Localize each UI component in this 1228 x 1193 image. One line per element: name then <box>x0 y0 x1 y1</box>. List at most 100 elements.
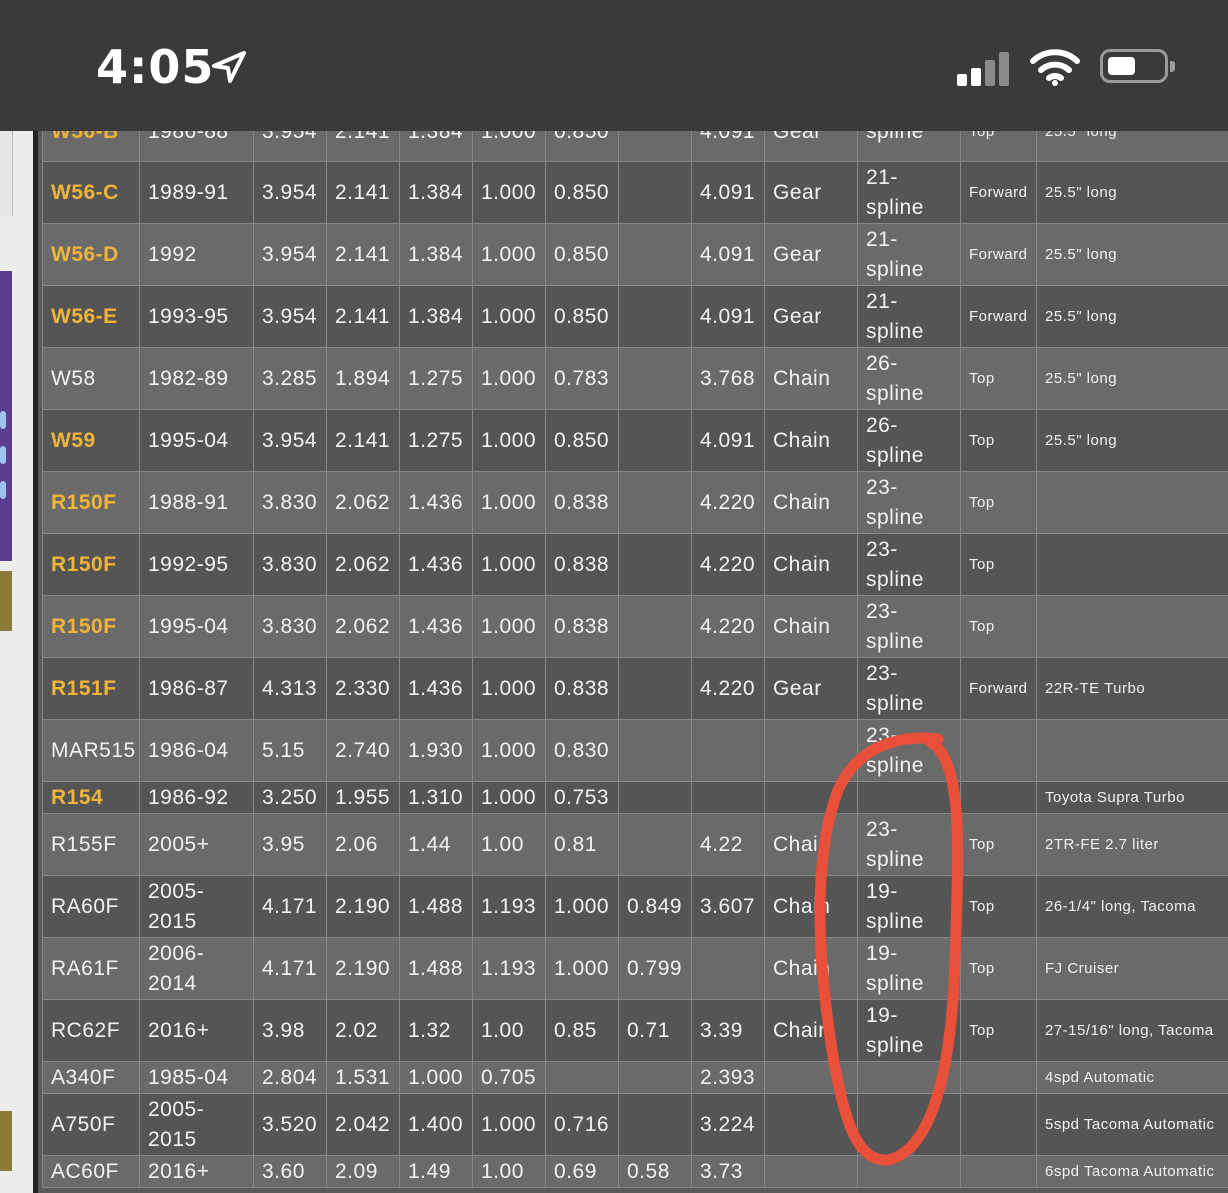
cell-years: 1993-95 <box>139 285 254 348</box>
cell-mount <box>960 781 1037 814</box>
cell-gear-5: 1.000 <box>545 937 619 1000</box>
cell-note: 22R-TE Turbo <box>1036 657 1228 720</box>
cell-gear-5: 0.85 <box>545 999 619 1062</box>
cell-reverse: 3.39 <box>691 999 765 1062</box>
cell-reverse-type: Chain <box>764 937 858 1000</box>
cell-model: W56-C <box>42 161 140 224</box>
cell-spline: 23- spline <box>857 471 961 534</box>
table-row: A340F 1985-04 2.804 1.531 1.000 0.705 2.393 4sp… <box>42 1061 1228 1094</box>
cell-gear-5: 0.850 <box>545 409 619 472</box>
cell-mount: Top <box>960 409 1037 472</box>
cell-model: A750F <box>42 1093 140 1156</box>
cell-gear-3: 1.436 <box>399 595 473 658</box>
cell-years: 1986-87 <box>139 657 254 720</box>
cell-mount: Top <box>960 471 1037 534</box>
cell-note: 27-15/16" long, Tacoma <box>1036 999 1228 1062</box>
cell-gear-1: 3.285 <box>253 347 327 410</box>
cell-years: 1986-92 <box>139 781 254 814</box>
cell-mount: Top <box>960 533 1037 596</box>
cell-years: 1982-89 <box>139 347 254 410</box>
cell-gear-1: 3.954 <box>253 161 327 224</box>
cell-mount: Forward <box>960 161 1037 224</box>
cell-gear-4: 1.193 <box>472 937 546 1000</box>
cell-gear-4: 1.000 <box>472 409 546 472</box>
cell-gear-2: 2.141 <box>326 285 400 348</box>
cell-gear-4: 1.000 <box>472 719 546 782</box>
cell-reverse-type: Gear <box>764 223 858 286</box>
cell-gear-3: 1.275 <box>399 347 473 410</box>
cell-gear-2: 2.190 <box>326 875 400 938</box>
cell-years: 1995-04 <box>139 595 254 658</box>
cell-spline: 19- spline <box>857 999 961 1062</box>
cell-reverse: 4.220 <box>691 657 765 720</box>
table-row: R154 1986-92 3.250 1.955 1.310 1.000 0.753 Toyo… <box>42 781 1228 814</box>
cell-gear-6 <box>618 285 692 348</box>
cell-gear-1: 4.171 <box>253 937 327 1000</box>
cell-years: 2005- 2015 <box>139 1093 254 1156</box>
table-row: AC60F 2016+ 3.60 2.09 1.49 1.00 0.69 0.58 3.73 6s… <box>42 1155 1228 1188</box>
cell-gear-6 <box>618 657 692 720</box>
cell-gear-6 <box>618 161 692 224</box>
cell-gear-4: 1.000 <box>472 533 546 596</box>
cell-years: 1992 <box>139 223 254 286</box>
table-row: R150F 1988-91 3.830 2.062 1.436 1.000 0.838 4.2… <box>42 471 1228 534</box>
cell-note: 2TR-FE 2.7 liter <box>1036 813 1228 876</box>
cell-gear-5: 0.850 <box>545 223 619 286</box>
cell-gear-3: 1.32 <box>399 999 473 1062</box>
cell-model: W59 <box>42 409 140 472</box>
cell-gear-3: 1.930 <box>399 719 473 782</box>
cell-reverse-type: Chain <box>764 471 858 534</box>
cell-gear-5: 0.838 <box>545 657 619 720</box>
cell-gear-2: 2.062 <box>326 471 400 534</box>
cell-gear-3: 1.384 <box>399 223 473 286</box>
cell-gear-3: 1.400 <box>399 1093 473 1156</box>
cell-gear-6: 0.849 <box>618 875 692 938</box>
cell-gear-4: 1.000 <box>472 595 546 658</box>
cell-years: 1995-04 <box>139 409 254 472</box>
cell-reverse: 4.220 <box>691 595 765 658</box>
cell-gear-5: 0.850 <box>545 161 619 224</box>
cell-gear-4: 1.00 <box>472 1155 546 1188</box>
cell-gear-2: 2.141 <box>326 161 400 224</box>
cell-gear-1: 3.954 <box>253 223 327 286</box>
table-row: R151F 1986-87 4.313 2.330 1.436 1.000 0.838 4.2… <box>42 657 1228 720</box>
cell-gear-2: 2.02 <box>326 999 400 1062</box>
cell-years: 1986-04 <box>139 719 254 782</box>
cell-reverse: 3.73 <box>691 1155 765 1188</box>
cell-model: RA60F <box>42 875 140 938</box>
table-row: R155F 2005+ 3.95 2.06 1.44 1.00 0.81 4.22 Chain 2… <box>42 813 1228 876</box>
cell-mount: Top <box>960 813 1037 876</box>
cell-gear-2: 2.06 <box>326 813 400 876</box>
cell-years: 1988-91 <box>139 471 254 534</box>
cell-gear-1: 3.60 <box>253 1155 327 1188</box>
cell-spline: 23- spline <box>857 719 961 782</box>
cell-reverse: 4.220 <box>691 471 765 534</box>
cell-note <box>1036 533 1228 596</box>
cell-reverse-type: Chain <box>764 813 858 876</box>
cell-spline: 21- spline <box>857 285 961 348</box>
table-row: W58 1982-89 3.285 1.894 1.275 1.000 0.783 3.768… <box>42 347 1228 410</box>
cell-spline <box>857 1093 961 1156</box>
cell-gear-6 <box>618 471 692 534</box>
cell-gear-1: 3.95 <box>253 813 327 876</box>
cell-gear-6 <box>618 719 692 782</box>
table-row: W56-C 1989-91 3.954 2.141 1.384 1.000 0.850 4.0… <box>42 161 1228 224</box>
cell-gear-2: 1.955 <box>326 781 400 814</box>
cell-gear-5: 0.753 <box>545 781 619 814</box>
cell-reverse-type <box>764 1093 858 1156</box>
table-row: W59 1995-04 3.954 2.141 1.275 1.000 0.850 4.091… <box>42 409 1228 472</box>
cell-gear-2: 2.740 <box>326 719 400 782</box>
cell-spline: 26- spline <box>857 347 961 410</box>
cell-reverse-type: Chain <box>764 595 858 658</box>
cell-note: Toyota Supra Turbo <box>1036 781 1228 814</box>
cell-gear-5 <box>545 1061 619 1094</box>
cell-gear-3: 1.436 <box>399 471 473 534</box>
cell-gear-2: 2.141 <box>326 223 400 286</box>
cell-years: 1989-91 <box>139 161 254 224</box>
cell-years: 2016+ <box>139 1155 254 1188</box>
cell-reverse: 4.22 <box>691 813 765 876</box>
cell-gear-3: 1.384 <box>399 285 473 348</box>
cell-spline <box>857 1155 961 1188</box>
cell-gear-5: 0.69 <box>545 1155 619 1188</box>
cell-gear-4: 0.705 <box>472 1061 546 1094</box>
